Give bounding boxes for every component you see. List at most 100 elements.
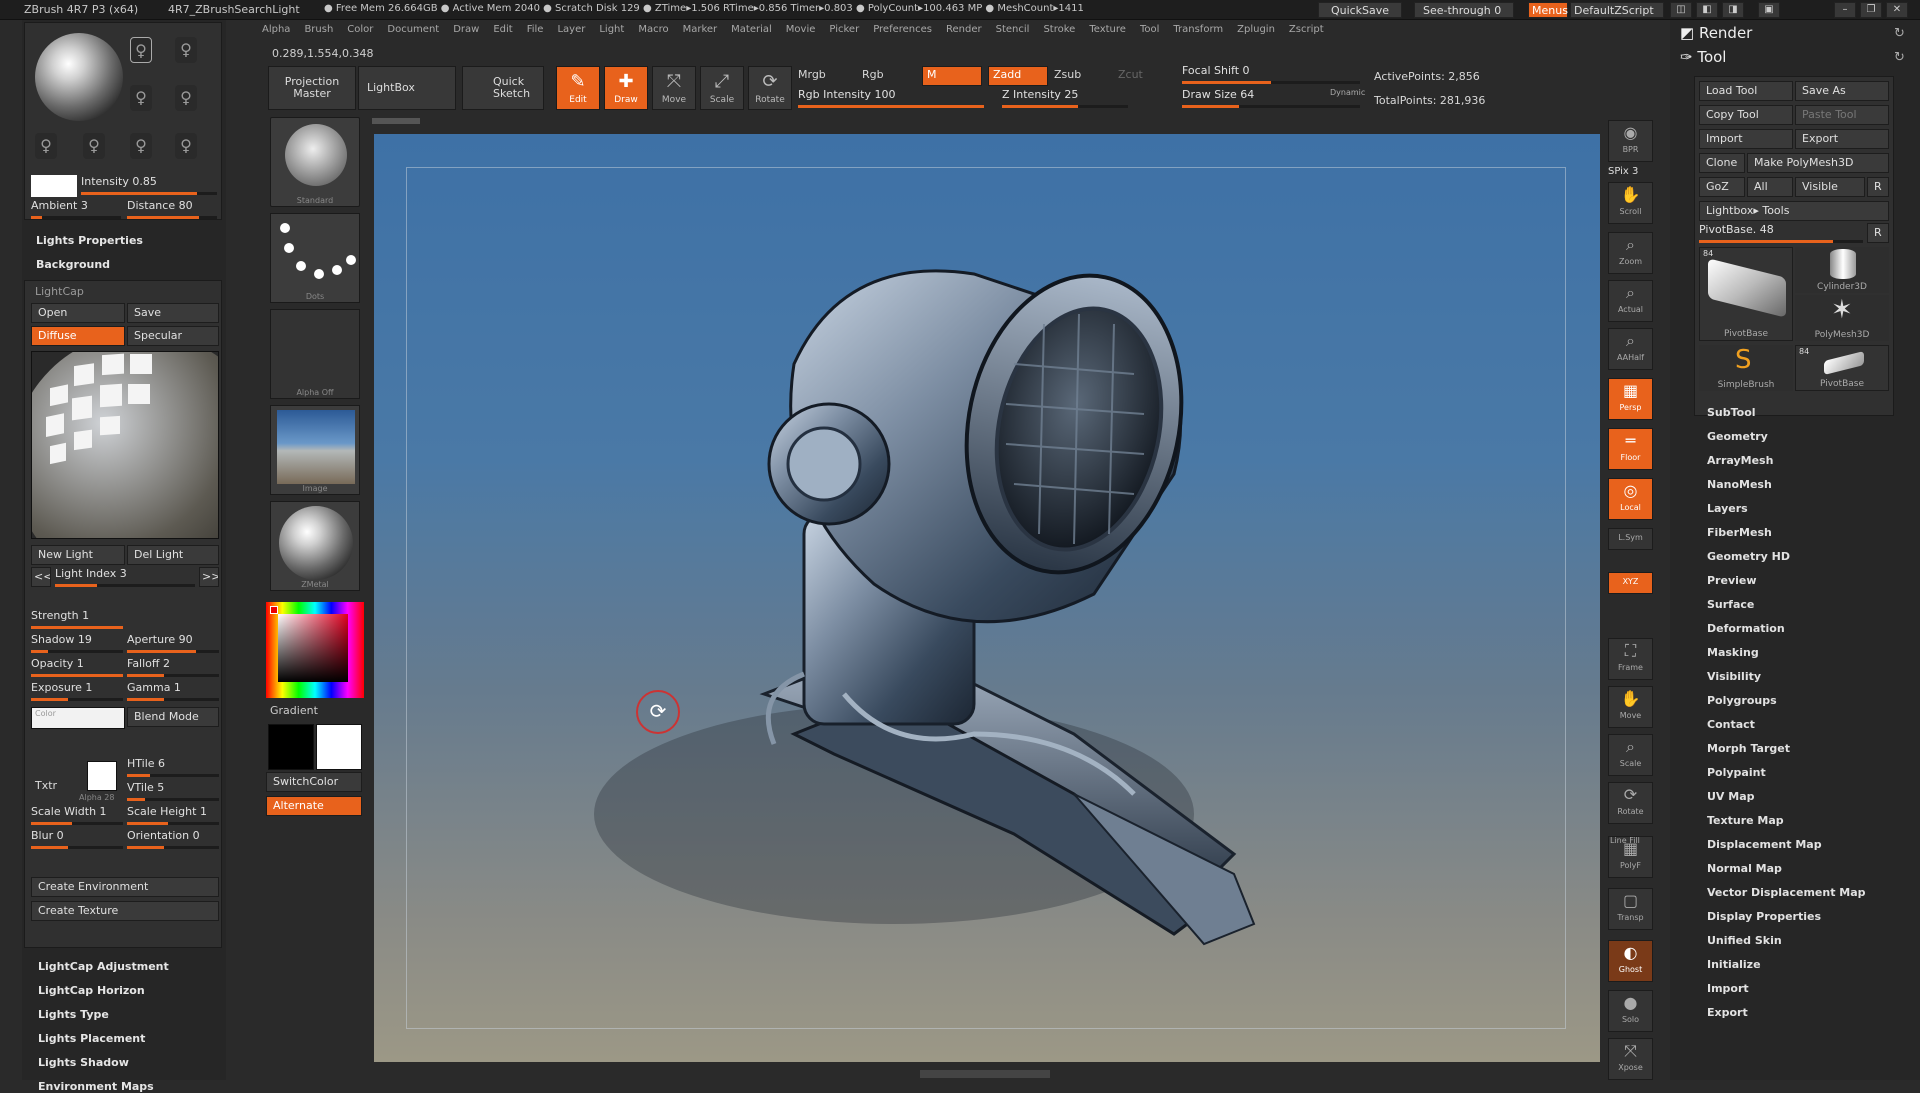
subpalette-import[interactable]: Import xyxy=(1707,982,1749,995)
light-bulb-icon[interactable]: ♀ xyxy=(175,133,197,159)
diffuse-button[interactable]: Diffuse xyxy=(31,326,125,346)
light-bulb-icon[interactable]: ♀ xyxy=(83,133,105,159)
tool-thumb-pivotbase-small[interactable]: 84 PivotBase xyxy=(1795,345,1889,391)
blend-mode-button[interactable]: Blend Mode xyxy=(127,707,219,727)
color-picker[interactable] xyxy=(266,602,364,698)
refresh-icon[interactable]: ↻ xyxy=(1894,26,1905,41)
subpalette-display-properties[interactable]: Display Properties xyxy=(1707,910,1821,923)
subpalette-deformation[interactable]: Deformation xyxy=(1707,622,1785,635)
vtile-slider[interactable]: VTile 5 xyxy=(127,781,219,801)
gradient-label[interactable]: Gradient xyxy=(270,704,318,717)
load-tool-button[interactable]: Load Tool xyxy=(1699,81,1793,101)
default-zscript-button[interactable]: DefaultZScript xyxy=(1570,2,1664,18)
lightcap-header[interactable]: LightCap xyxy=(35,285,84,298)
menu-picker[interactable]: Picker xyxy=(829,24,859,40)
tool-menu-header[interactable]: ✑ Tool xyxy=(1680,48,1726,66)
new-light-button[interactable]: New Light xyxy=(31,545,125,565)
scale-width-slider[interactable]: Scale Width 1 xyxy=(31,805,123,825)
subpalette-visibility[interactable]: Visibility xyxy=(1707,670,1761,683)
light-bulb-icon[interactable]: ♀ xyxy=(175,85,197,111)
subpalette-nanomesh[interactable]: NanoMesh xyxy=(1707,478,1772,491)
menu-stroke[interactable]: Stroke xyxy=(1043,24,1075,40)
xpose-button[interactable]: ⤧ Xpose xyxy=(1608,1038,1653,1080)
lightcap-horizon-header[interactable]: LightCap Horizon xyxy=(38,984,145,997)
rotate-button[interactable]: ⟳ Rotate xyxy=(748,66,792,110)
scale-button[interactable]: ⤢ Scale xyxy=(700,66,744,110)
ghost-button[interactable]: ◐ Ghost xyxy=(1608,940,1653,982)
gamma-slider[interactable]: Gamma 1 xyxy=(127,681,219,701)
subpalette-initialize[interactable]: Initialize xyxy=(1707,958,1761,971)
alternate-button[interactable]: Alternate xyxy=(266,796,362,816)
material-thumbnail[interactable]: ZMetal xyxy=(270,501,360,591)
rgb-intensity-slider[interactable]: Rgb Intensity 100 xyxy=(798,88,984,108)
create-environment-button[interactable]: Create Environment xyxy=(31,877,219,897)
document-scroll-indicator[interactable] xyxy=(372,118,420,124)
tool-thumb-polymesh3d[interactable]: ✶ PolyMesh3D xyxy=(1795,295,1889,341)
goz-button[interactable]: GoZ xyxy=(1699,177,1745,197)
lightbox-button[interactable]: LightBox xyxy=(358,66,456,110)
subpalette-arraymesh[interactable]: ArrayMesh xyxy=(1707,454,1773,467)
tool-thumb-simplebrush[interactable]: S SimpleBrush xyxy=(1699,345,1793,391)
subpalette-normal-map[interactable]: Normal Map xyxy=(1707,862,1782,875)
switch-color-button[interactable]: SwitchColor xyxy=(266,772,362,792)
subpalette-polygroups[interactable]: Polygroups xyxy=(1707,694,1777,707)
menu-transform[interactable]: Transform xyxy=(1173,24,1223,40)
subpalette-contact[interactable]: Contact xyxy=(1707,718,1755,731)
menu-alpha[interactable]: Alpha xyxy=(262,24,290,40)
rotate-button[interactable]: ⟳ Rotate xyxy=(1608,782,1653,824)
lightcap-save-button[interactable]: Save xyxy=(127,303,219,323)
subpalette-surface[interactable]: Surface xyxy=(1707,598,1754,611)
focal-shift-slider[interactable]: Focal Shift 0 xyxy=(1182,64,1360,84)
move-button[interactable]: ✋ Move xyxy=(1608,686,1653,728)
persp-button[interactable]: ▦ Persp xyxy=(1608,378,1653,420)
falloff-slider[interactable]: Falloff 2 xyxy=(127,657,219,677)
brush-thumbnail[interactable]: Standard xyxy=(270,117,360,207)
strength-slider[interactable]: Strength 1 xyxy=(31,609,123,629)
distance-slider[interactable]: Distance 80 xyxy=(127,199,217,219)
stroke-thumbnail[interactable]: Dots xyxy=(270,213,360,303)
subpalette-masking[interactable]: Masking xyxy=(1707,646,1759,659)
floor-button[interactable]: ═ Floor xyxy=(1608,428,1653,470)
lightcap-preview[interactable] xyxy=(31,351,219,539)
lights-placement-header[interactable]: Lights Placement xyxy=(38,1032,145,1045)
light-color-swatch[interactable] xyxy=(31,175,77,197)
clone-button[interactable]: Clone xyxy=(1699,153,1745,173)
aperture-slider[interactable]: Aperture 90 xyxy=(127,633,219,653)
goz-r-button[interactable]: R xyxy=(1867,177,1889,197)
close-icon[interactable]: ✕ xyxy=(1886,2,1908,18)
goz-all-button[interactable]: All xyxy=(1747,177,1793,197)
light-bulb-icon[interactable]: ♀ xyxy=(35,133,57,159)
aahalf-button[interactable]: ⌕ AAHalf xyxy=(1608,328,1653,370)
actual-button[interactable]: ⌕ Actual xyxy=(1608,280,1653,322)
subpalette-preview[interactable]: Preview xyxy=(1707,574,1757,587)
xyz-button[interactable]: ⟲XYZ xyxy=(1608,572,1653,594)
menu-color[interactable]: Color xyxy=(347,24,373,40)
l-sym-button[interactable]: ⇹L.Sym xyxy=(1608,528,1653,550)
solo-button[interactable]: ● Solo xyxy=(1608,990,1653,1032)
background-header[interactable]: Background xyxy=(36,258,110,271)
menu-movie[interactable]: Movie xyxy=(786,24,816,40)
dynamic-toggle[interactable]: Dynamic xyxy=(1330,88,1365,97)
light-sphere-preview[interactable] xyxy=(35,33,123,121)
subpalette-fibermesh[interactable]: FiberMesh xyxy=(1707,526,1772,539)
menu-zplugin[interactable]: Zplugin xyxy=(1237,24,1275,40)
export-button[interactable]: Export xyxy=(1795,129,1889,149)
exposure-slider[interactable]: Exposure 1 xyxy=(31,681,123,701)
menu-tool[interactable]: Tool xyxy=(1140,24,1159,40)
mrgb-button[interactable]: Mrgb xyxy=(798,68,826,81)
intensity-slider[interactable]: Intensity 0.85 xyxy=(81,175,217,195)
create-texture-button[interactable]: Create Texture xyxy=(31,901,219,921)
import-button[interactable]: Import xyxy=(1699,129,1793,149)
zsub-button[interactable]: Zsub xyxy=(1054,68,1081,81)
render-menu-header[interactable]: ◩ Render xyxy=(1680,24,1752,42)
canvas-viewport[interactable]: ⟳ xyxy=(374,134,1600,1062)
menu-stencil[interactable]: Stencil xyxy=(996,24,1030,40)
subpalette-subtool[interactable]: SubTool xyxy=(1707,406,1756,419)
scale-height-slider[interactable]: Scale Height 1 xyxy=(127,805,219,825)
light-index-slider[interactable]: Light Index 3 xyxy=(55,567,195,587)
color-swatch[interactable]: Color xyxy=(31,707,125,729)
lights-shadow-header[interactable]: Lights Shadow xyxy=(38,1056,129,1069)
menu-layer[interactable]: Layer xyxy=(557,24,585,40)
subpalette-displacement-map[interactable]: Displacement Map xyxy=(1707,838,1822,851)
menu-document[interactable]: Document xyxy=(387,24,439,40)
